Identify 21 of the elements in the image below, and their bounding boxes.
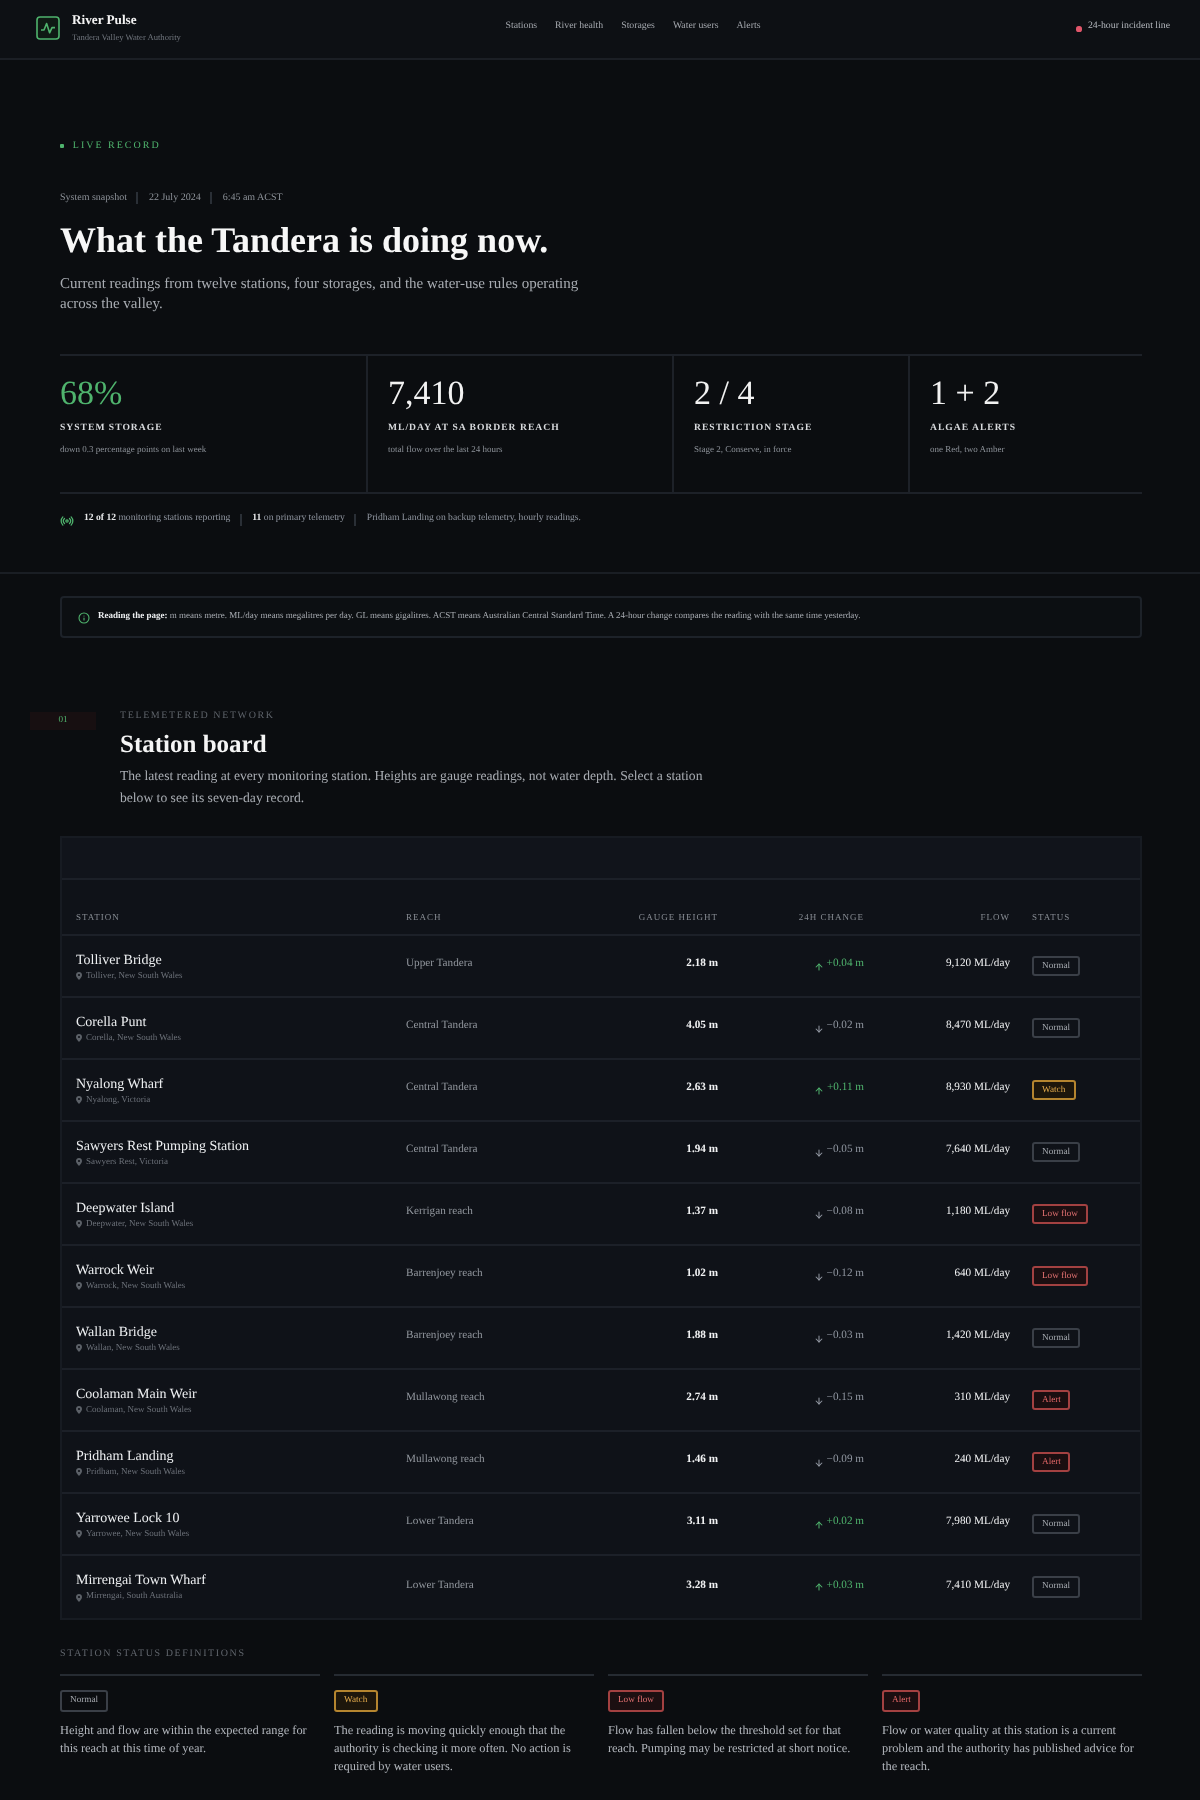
map-pin-icon (76, 1530, 82, 1538)
map-pin-icon (76, 1096, 82, 1104)
stat-value: 2 / 4 (694, 376, 755, 410)
map-pin-icon (76, 1220, 82, 1228)
map-pin-icon (76, 1034, 82, 1042)
map-pin-icon (76, 1282, 82, 1290)
logo-icon (36, 16, 60, 41)
stat-value: 7,410 (388, 376, 465, 410)
broadcast-icon (60, 513, 74, 527)
stat-value: 68% (60, 376, 123, 410)
map-pin-icon (76, 1593, 82, 1601)
section-title: Station board (120, 728, 267, 760)
map-pin-icon (76, 1468, 82, 1476)
stat-value: 1 + 2 (930, 376, 1001, 410)
map-pin-icon (76, 1158, 82, 1166)
alert-dot-icon (1076, 26, 1082, 32)
info-icon (78, 611, 90, 623)
map-pin-icon (76, 1406, 82, 1414)
map-pin-icon (76, 972, 82, 980)
page-title: What the Tandera is doing now. (60, 218, 549, 262)
map-pin-icon (76, 1344, 82, 1352)
